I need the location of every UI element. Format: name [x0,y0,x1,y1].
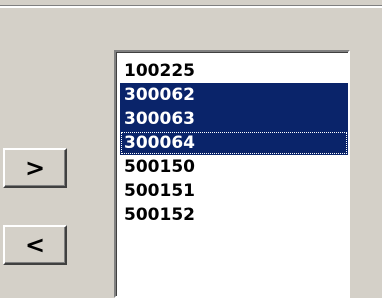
top-divider [0,0,382,8]
move-right-button[interactable]: > [3,148,67,188]
list-item[interactable]: 500152 [120,203,348,227]
list-item[interactable]: 500151 [120,179,348,203]
list-item[interactable]: 300062 [120,83,348,107]
list-item[interactable]: 100225 [120,59,348,83]
list-item[interactable]: 300064 [120,131,348,155]
list-item[interactable]: 500150 [120,155,348,179]
item-listbox[interactable]: 100225 300062 300063 300064 500150 50015… [114,50,350,298]
move-left-button[interactable]: < [3,225,67,265]
list-item[interactable]: 300063 [120,107,348,131]
